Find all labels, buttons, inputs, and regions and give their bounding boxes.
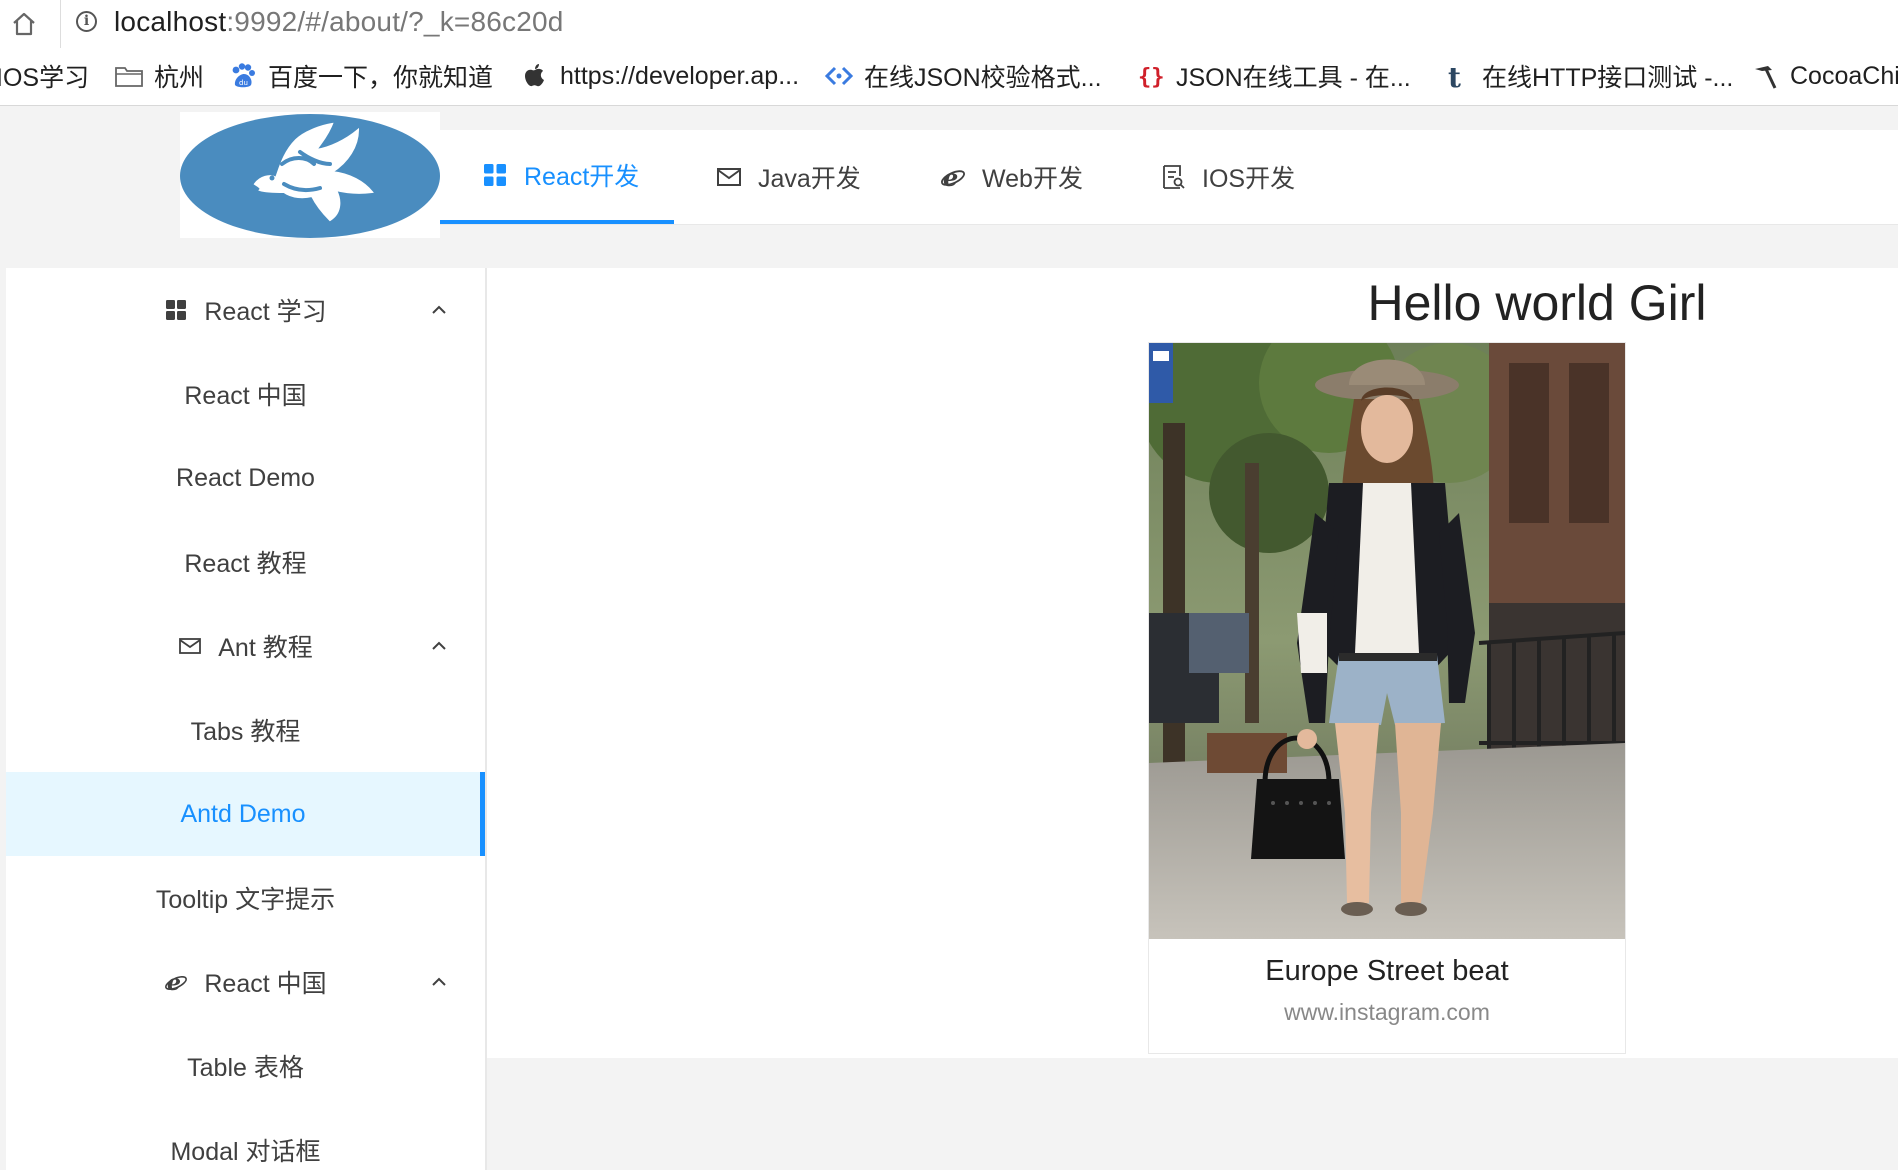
card-description: www.instagram.com [1284,999,1490,1025]
bookmark-apple-developer[interactable]: https://developer.ap... [520,60,799,92]
card-title: Europe Street beat [1265,955,1509,987]
chevron-up-icon [432,305,446,314]
menu-item-table[interactable]: Table 表格 [6,1024,485,1108]
bookmark-http-test[interactable]: t 在线HTTP接口测试 -... [1442,60,1733,92]
bookmark-hangzhou[interactable]: 杭州 [114,60,204,92]
svg-text:du: du [239,79,248,87]
tab-react-dev[interactable]: React开发 [440,130,674,224]
bookmark-label: IOS学习 [0,64,90,92]
code-arrows-icon [824,66,854,86]
top-nav: React开发 Java开发 e Web开发 IOS开发 [440,130,1898,225]
bookmark-ios[interactable]: IOS学习 [0,60,89,92]
dove-logo-icon [180,114,440,238]
appstore-icon [484,164,506,186]
url-separator [60,0,61,48]
menu-item-react-demo[interactable]: React Demo [6,436,485,520]
info-icon[interactable]: i [76,11,97,32]
card-cover-image [1149,343,1625,939]
tab-java-dev[interactable]: Java开发 [716,130,861,224]
url-host: localhost [114,6,227,37]
menu-item-antd-demo[interactable]: Antd Demo [6,772,485,856]
tab-label: IOS开发 [1202,165,1296,193]
menu-item-tabs-tutorial[interactable]: Tabs 教程 [6,688,485,772]
submenu-react-china[interactable]: e React 中国 [6,940,485,1024]
solution-icon [1163,165,1185,189]
submenu-label: React 学习 [204,298,327,326]
tab-ios-dev[interactable]: IOS开发 [1160,130,1295,224]
bookmark-label: CocoaChi [1790,61,1898,90]
svg-text:t: t [1448,61,1461,91]
bookmarks-bar: IOS学习 杭州 du 百度一下，你就知道 https://developer.… [0,48,1898,106]
url-input[interactable]: localhost:9992/#/about/?_k=86c20d [114,6,564,38]
tab-label: React开发 [524,163,640,191]
page-title: Hello world Girl [1367,275,1707,331]
apple-icon [525,64,544,87]
bookmark-json-tool[interactable]: {} JSON在线工具 - 在... [1136,60,1411,92]
appstore-icon [166,300,187,320]
tumblr-t-icon: t [1448,61,1461,91]
street-photo [1149,343,1625,939]
bookmark-baidu[interactable]: du 百度一下，你就知道 [228,60,493,92]
chevron-up-icon [432,977,446,986]
menu-item-tooltip[interactable]: Tooltip 文字提示 [6,856,485,940]
mail-icon [179,638,202,654]
braces-icon: {} [1138,65,1165,90]
url-path: :9992/#/about/?_k=86c20d [226,6,564,37]
site-logo[interactable] [180,112,440,238]
menu-item-label: Modal 对话框 [170,1138,321,1166]
submenu-ant-tutorial[interactable]: Ant 教程 [6,604,485,688]
menu-item-label: Tabs 教程 [190,718,301,746]
main-content: Hello world Girl Europe Street beat www.… [487,268,1898,1058]
bookmark-cocoachina[interactable]: CocoaChi [1750,60,1898,92]
home-icon[interactable] [8,8,40,40]
folder-icon [115,67,143,87]
bookmark-label: JSON在线工具 - 在... [1176,64,1411,92]
tab-web-dev[interactable]: e Web开发 [940,130,1083,224]
menu-item-react-tutorial[interactable]: React 教程 [6,520,485,604]
bookmark-label: 百度一下，你就知道 [268,64,494,92]
tab-label: Web开发 [982,165,1083,193]
bookmark-json-validate[interactable]: 在线JSON校验格式... [824,60,1102,92]
photo-card[interactable]: Europe Street beat www.instagram.com [1148,342,1626,1054]
sidebar-menu: React 学习 React 中国 React Demo React 教程 An… [6,268,487,1170]
bookmark-label: https://developer.ap... [560,61,800,90]
mail-icon [717,168,741,186]
svg-text:{}: {} [1138,65,1165,90]
baidu-paw-icon: du [232,63,255,88]
menu-item-modal[interactable]: Modal 对话框 [6,1108,485,1170]
bookmark-label: 在线JSON校验格式... [864,64,1102,92]
menu-item-label: React 中国 [184,382,307,410]
submenu-label: Ant 教程 [218,634,313,662]
submenu-label: React 中国 [204,970,327,998]
menu-item-label: Antd Demo [180,799,306,828]
menu-item-label: Table 表格 [187,1054,304,1082]
menu-item-label: React Demo [176,463,315,492]
menu-item-label: Tooltip 文字提示 [155,886,336,914]
browser-url-bar: i localhost:9992/#/about/?_k=86c20d [0,0,1898,48]
menu-item-react-china[interactable]: React 中国 [6,352,485,436]
chevron-up-icon [432,641,446,650]
menu-item-label: React 教程 [184,550,307,578]
ie-icon: e [941,164,965,190]
bookmark-label: 在线HTTP接口测试 -... [1482,64,1734,92]
hammer-icon [1755,66,1777,89]
tab-label: Java开发 [758,165,861,193]
ie-icon: e [165,970,188,994]
submenu-react-learn[interactable]: React 学习 [6,268,485,352]
bookmark-label: 杭州 [154,64,205,92]
